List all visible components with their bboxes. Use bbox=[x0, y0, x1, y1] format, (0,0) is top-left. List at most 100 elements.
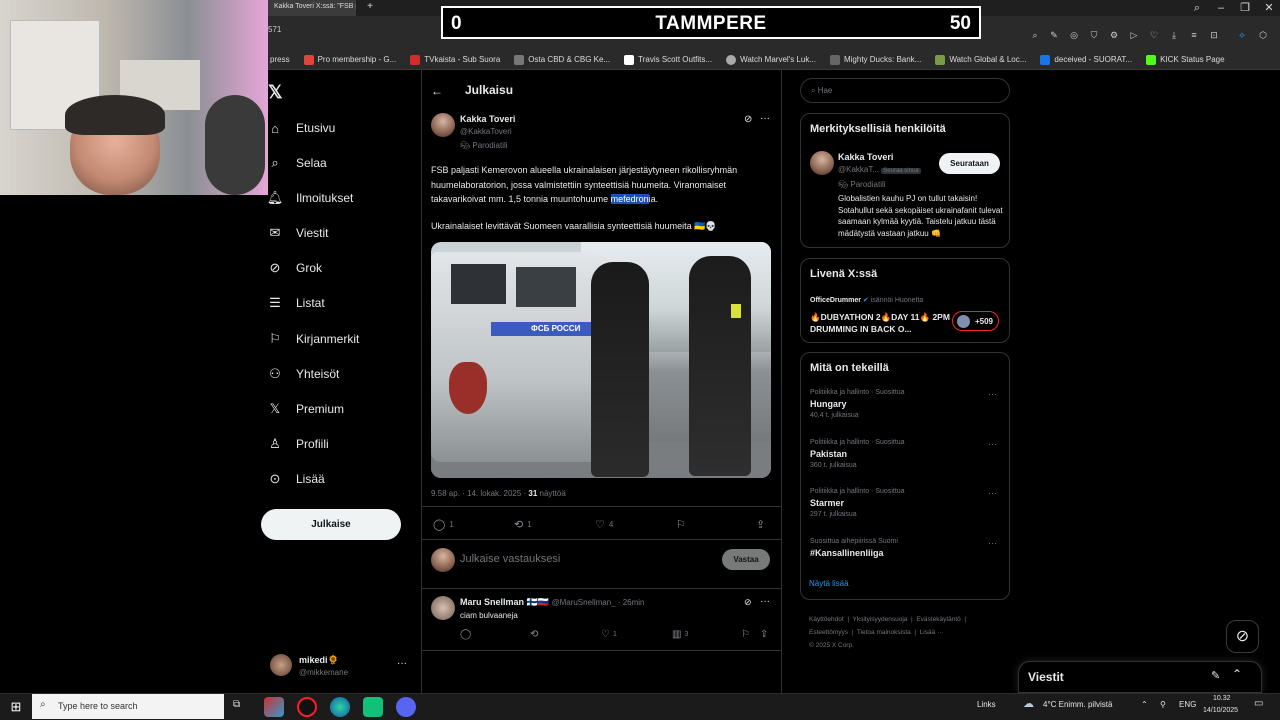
taskbar-app-icon[interactable] bbox=[264, 697, 284, 717]
reply-repost-action[interactable]: ⟲ bbox=[530, 629, 541, 640]
trend-more-icon[interactable]: ··· bbox=[988, 389, 997, 399]
live-listeners[interactable]: +509 bbox=[952, 311, 999, 331]
follow-button[interactable]: Seurataan bbox=[939, 153, 1000, 174]
nav-lists[interactable]: ☰ Listat bbox=[268, 292, 325, 314]
weather-text[interactable]: 4°C Enimm. pilvistä bbox=[1043, 700, 1112, 709]
reply-bookmark-action[interactable]: ⚐ bbox=[741, 629, 750, 640]
extension-icon[interactable]: ⚙ bbox=[1108, 29, 1120, 41]
taskbar-search[interactable]: Type here to search bbox=[32, 694, 224, 719]
camera-icon[interactable]: ◎ bbox=[1068, 29, 1080, 41]
trend-more-icon[interactable]: ··· bbox=[988, 439, 997, 449]
bookmark-item[interactable]: Travis Scott Outfits... bbox=[624, 54, 712, 65]
menu-icon[interactable]: ≡ bbox=[1188, 29, 1200, 41]
language-indicator[interactable]: ENG bbox=[1179, 700, 1196, 709]
bookmark-item[interactable]: deceived - SUORAT... bbox=[1040, 54, 1132, 65]
account-avatar[interactable] bbox=[270, 654, 292, 676]
heart-icon[interactable]: ♡ bbox=[1148, 29, 1160, 41]
cube-icon[interactable]: ⬡ bbox=[1257, 29, 1269, 41]
edge-icon[interactable] bbox=[330, 697, 350, 717]
play-icon[interactable]: ▷ bbox=[1128, 29, 1140, 41]
footer-link[interactable]: Yksityisyydensuoja bbox=[853, 616, 908, 623]
app-icon[interactable] bbox=[363, 697, 383, 717]
more-options-icon[interactable]: ··· bbox=[760, 596, 770, 607]
nav-premium[interactable]: 𝕏 Premium bbox=[268, 398, 344, 420]
bookmark-item[interactable]: Mighty Ducks: Bank... bbox=[829, 54, 921, 65]
lock-icon[interactable]: ⊡ bbox=[1208, 29, 1220, 41]
browser-tab-active[interactable]: Kakka Toveri X:ssä: "FSB p bbox=[268, 0, 356, 16]
reply-author-avatar[interactable] bbox=[431, 596, 455, 620]
minimize-icon[interactable]: – bbox=[1209, 0, 1233, 16]
tray-chevron-icon[interactable]: ⌃ bbox=[1141, 700, 1148, 709]
new-message-icon[interactable]: ✎ bbox=[1211, 669, 1220, 682]
app-icon[interactable]: ⟡ bbox=[1236, 29, 1248, 41]
search-icon[interactable]: ⌕ bbox=[1029, 29, 1041, 41]
footer-link[interactable]: Esteettömyys bbox=[809, 629, 848, 636]
search-input[interactable]: ⌕ Hae bbox=[800, 78, 1010, 103]
account-name[interactable]: mikedi🌻 bbox=[299, 655, 339, 666]
reply-views[interactable]: ▥ 3 bbox=[672, 629, 688, 640]
discord-icon[interactable] bbox=[396, 697, 416, 717]
nav-home[interactable]: ⌂ Etusivu bbox=[268, 117, 335, 139]
nav-bookmarks[interactable]: ⚐ Kirjanmerkit bbox=[268, 328, 359, 350]
windows-start-icon[interactable]: ⊞ bbox=[0, 693, 32, 720]
nav-grok[interactable]: ⊘ Grok bbox=[268, 257, 322, 279]
like-action[interactable]: ♡ 4 bbox=[595, 518, 613, 531]
edit-icon[interactable]: ✎ bbox=[1048, 29, 1060, 41]
trend-item[interactable]: Suosittua aihepiirissä Suomi #Kansallinen… bbox=[810, 538, 898, 558]
reply-like-action[interactable]: ♡ 1 bbox=[601, 629, 617, 640]
relevant-name[interactable]: Kakka Toveri bbox=[838, 152, 893, 162]
bookmark-item[interactable]: Pro membership - G... bbox=[303, 54, 396, 65]
clock-date[interactable]: 14/10/2025 bbox=[1203, 707, 1238, 714]
download-icon[interactable]: ⤓ bbox=[1168, 29, 1180, 41]
nav-explore[interactable]: ⌕ Selaa bbox=[268, 152, 326, 174]
nav-more[interactable]: ⊙ Lisää bbox=[268, 468, 325, 490]
reply-reply-action[interactable]: ◯ bbox=[460, 629, 474, 640]
bookmark-item[interactable]: KICK Status Page bbox=[1146, 54, 1225, 65]
trend-more-icon[interactable]: ··· bbox=[988, 488, 997, 498]
more-options-icon[interactable]: ··· bbox=[760, 113, 770, 124]
grok-floating-button[interactable]: ⊘ bbox=[1226, 620, 1259, 653]
nav-notifications[interactable]: 🔔︎ Ilmoitukset bbox=[267, 187, 354, 209]
author-name[interactable]: Kakka Toveri bbox=[460, 114, 515, 124]
repost-action[interactable]: ⟲ 1 bbox=[514, 518, 532, 531]
close-window-icon[interactable]: ✕ bbox=[1257, 0, 1280, 16]
nav-profile[interactable]: ♙ Profiili bbox=[268, 433, 329, 455]
author-avatar[interactable] bbox=[431, 113, 455, 137]
expand-icon[interactable]: ⌃ bbox=[1232, 667, 1242, 681]
back-arrow-icon[interactable]: ← bbox=[431, 84, 443, 98]
taskbar-links[interactable]: Links bbox=[977, 700, 996, 709]
new-tab-icon[interactable]: + bbox=[364, 1, 376, 13]
share-action[interactable]: ⇪ bbox=[756, 518, 765, 531]
reply-input[interactable]: Julkaise vastauksesi bbox=[460, 553, 560, 565]
bookmark-action[interactable]: ⚐ bbox=[676, 518, 686, 531]
relevant-avatar[interactable] bbox=[810, 151, 834, 175]
post-button[interactable]: Julkaise bbox=[261, 509, 401, 540]
post-image[interactable]: ФСБ РОССИ bbox=[431, 242, 771, 478]
reply-action[interactable]: ◯ 1 bbox=[433, 518, 454, 531]
x-logo-icon[interactable]: 𝕏 bbox=[268, 82, 283, 103]
trend-more-icon[interactable]: ··· bbox=[988, 538, 997, 548]
grok-icon[interactable]: ⊘ bbox=[744, 597, 752, 608]
nav-messages[interactable]: ✉ Viestit bbox=[268, 222, 329, 244]
task-view-icon[interactable]: ⧉ bbox=[233, 699, 240, 710]
nav-communities[interactable]: ⚇ Yhteisöt bbox=[268, 363, 339, 385]
bookmark-item[interactable]: Watch Marvel's Luk... bbox=[726, 54, 816, 65]
live-host[interactable]: OfficeDrummer ✔ isännöi Huonetta bbox=[810, 296, 923, 304]
live-space-title[interactable]: 🔥DUBYATHON 2🔥DAY 11🔥 2PM DRUMMING IN BAC… bbox=[810, 311, 950, 335]
footer-link[interactable]: Evästekäytäntö bbox=[916, 616, 960, 623]
footer-link[interactable]: Tietoa mainoksista bbox=[857, 629, 911, 636]
bookmark-item[interactable]: Watch Global & Loc... bbox=[935, 54, 1026, 65]
maximize-icon[interactable]: ❐ bbox=[1233, 0, 1257, 16]
grok-icon[interactable]: ⊘ bbox=[744, 114, 752, 125]
reply-share-action[interactable]: ⇪ bbox=[760, 629, 768, 640]
network-icon[interactable]: ⚲ bbox=[1160, 700, 1166, 709]
bookmark-item[interactable]: press bbox=[270, 55, 290, 64]
opera-icon[interactable] bbox=[297, 697, 317, 717]
footer-link[interactable]: Käyttöehdot bbox=[809, 616, 844, 623]
clock-time[interactable]: 10.32 bbox=[1213, 695, 1231, 702]
reply-button[interactable]: Vastaa bbox=[722, 549, 770, 570]
footer-link[interactable]: Lisää ··· bbox=[920, 629, 944, 636]
account-more-icon[interactable]: ··· bbox=[397, 658, 407, 669]
trend-item[interactable]: Politiikka ja hallinto · Suosittua Starme… bbox=[810, 488, 905, 518]
trend-item[interactable]: Politiikka ja hallinto · Suosittua Hungar… bbox=[810, 389, 905, 419]
